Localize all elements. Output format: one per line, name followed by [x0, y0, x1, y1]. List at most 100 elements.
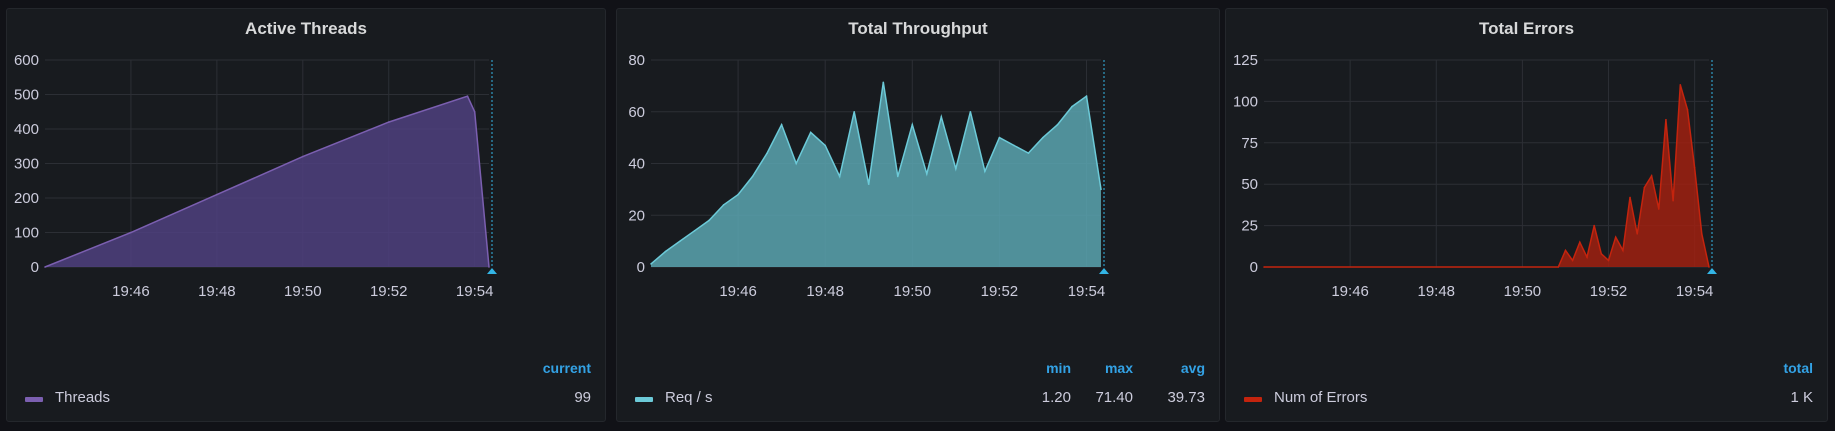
data-point — [838, 175, 841, 178]
x-tick-label: 19:50 — [1504, 283, 1542, 300]
data-point — [1657, 208, 1660, 210]
x-tick-label: 19:50 — [284, 283, 322, 300]
data-point — [1263, 266, 1265, 268]
x-tick-label: 19:54 — [1068, 283, 1106, 300]
y-tick-label: 25 — [1241, 218, 1258, 235]
data-point — [998, 136, 1001, 139]
x-tick-label: 19:48 — [198, 283, 236, 300]
data-point — [1100, 188, 1102, 191]
legend-row-num-of-errors[interactable]: Num of Errors 1 K — [1244, 389, 1813, 409]
data-point — [1686, 108, 1689, 111]
data-point — [940, 116, 943, 118]
total-errors-chart: 0 25 50 75 100 125 19:46 19:48 19:50 19:52 19:54 — [1233, 52, 1717, 300]
data-point — [693, 229, 696, 232]
legend-value-avg: 39.73 — [1167, 389, 1205, 406]
data-point — [216, 193, 218, 196]
legend-row-threads[interactable]: Threads 99 — [25, 389, 591, 409]
data-point — [911, 123, 914, 126]
time-marker-icon — [487, 268, 497, 274]
data-point — [44, 266, 46, 268]
data-point — [1564, 249, 1567, 252]
series-area — [651, 82, 1101, 267]
data-point — [1027, 152, 1030, 154]
data-point — [795, 162, 797, 165]
y-tick-label: 0 — [637, 259, 645, 276]
x-tick-label: 19:54 — [1676, 283, 1714, 300]
series-area — [1264, 84, 1709, 267]
legend-value-total: 1 K — [1790, 389, 1813, 406]
y-tick-label: 20 — [628, 207, 645, 224]
data-point — [387, 121, 390, 123]
legend-header-total: total — [1783, 360, 1813, 376]
data-point — [1071, 105, 1073, 108]
x-tick-label: 19:50 — [894, 283, 932, 300]
x-tick-label: 19:46 — [719, 283, 757, 300]
data-point — [1650, 175, 1653, 177]
data-point — [1629, 196, 1631, 199]
x-tick-label: 19:52 — [370, 283, 408, 300]
data-point — [650, 263, 652, 265]
legend-swatch — [1244, 397, 1262, 402]
y-tick-label: 100 — [14, 225, 39, 242]
data-point — [1701, 233, 1703, 235]
legend-header-avg: avg — [1180, 360, 1205, 376]
data-point — [1557, 266, 1560, 268]
y-tick-label: 500 — [14, 87, 39, 104]
time-marker-icon — [1707, 268, 1717, 274]
data-point — [466, 95, 469, 98]
data-point — [737, 193, 739, 196]
data-point — [488, 266, 490, 268]
data-point — [984, 170, 986, 173]
data-point — [1571, 259, 1574, 262]
x-tick-label: 19:52 — [981, 283, 1019, 300]
data-point — [926, 173, 928, 175]
data-point — [1056, 123, 1059, 126]
y-tick-label: 300 — [14, 156, 39, 173]
y-tick-label: 0 — [31, 259, 39, 276]
data-point — [1586, 256, 1588, 258]
legend-header-min: min — [1046, 360, 1071, 376]
data-point — [722, 204, 725, 206]
y-tick-label: 600 — [14, 52, 39, 69]
data-point — [896, 175, 899, 178]
y-tick-label: 100 — [1233, 93, 1258, 110]
data-point — [1600, 252, 1603, 255]
data-point — [1622, 249, 1624, 252]
data-point — [1708, 266, 1710, 268]
time-marker-icon — [1099, 268, 1109, 274]
data-point — [809, 131, 812, 134]
data-point — [473, 110, 476, 113]
data-point — [1607, 259, 1610, 262]
active-threads-panel: Active Threads 0 100 200 300 400 500 600 19:46 1… — [6, 8, 606, 422]
data-point — [853, 110, 856, 113]
data-point — [130, 231, 132, 234]
legend-header-current: current — [542, 360, 591, 376]
data-point — [1672, 199, 1674, 202]
y-tick-label: 75 — [1241, 135, 1258, 152]
legend-row-req-s[interactable]: Req / s 1.20 71.40 39.73 — [635, 389, 1205, 409]
data-point — [969, 110, 972, 113]
legend-value-current: 99 — [574, 389, 591, 406]
data-point — [751, 175, 754, 178]
data-point — [679, 240, 681, 242]
y-tick-label: 60 — [628, 104, 645, 121]
y-tick-label: 50 — [1241, 176, 1258, 193]
legend-series-name: Num of Errors — [1274, 389, 1368, 406]
x-tick-label: 19:48 — [1417, 283, 1455, 300]
data-point — [882, 81, 885, 84]
data-point — [1643, 186, 1646, 189]
x-tick-label: 19:46 — [1331, 283, 1369, 300]
data-point — [664, 250, 667, 253]
y-tick-label: 0 — [1250, 259, 1258, 276]
data-point — [766, 152, 768, 154]
y-tick-label: 200 — [14, 190, 39, 207]
x-tick-label: 19:48 — [806, 283, 844, 300]
data-point — [1679, 84, 1682, 86]
active-threads-chart: 0 100 200 300 400 500 600 19:46 19:48 19:50 19:52 1… — [14, 52, 497, 300]
data-point — [955, 167, 957, 170]
data-point — [780, 123, 783, 126]
data-point — [1614, 236, 1617, 238]
data-point — [867, 183, 870, 185]
y-tick-label: 125 — [1233, 52, 1258, 69]
legend-swatch — [635, 397, 653, 402]
